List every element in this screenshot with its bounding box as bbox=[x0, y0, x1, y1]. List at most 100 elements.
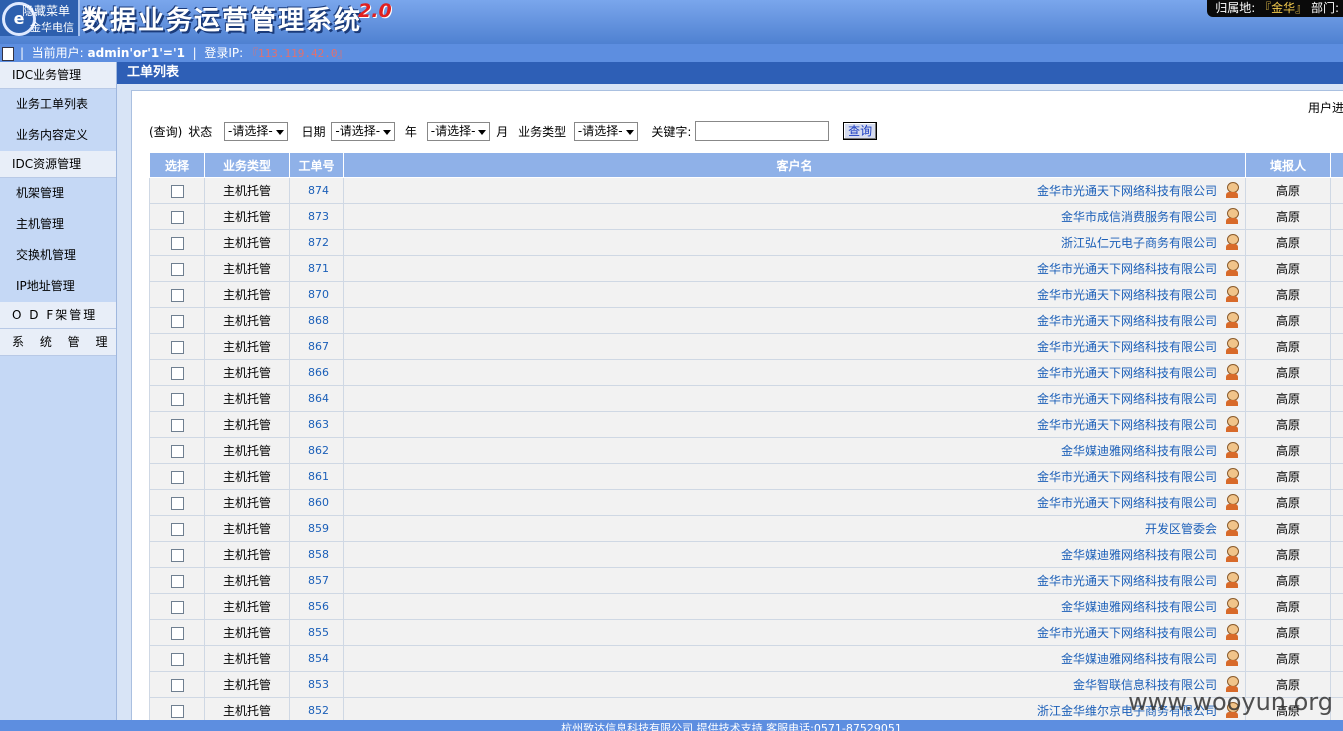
customer-name-link[interactable]: 金华市光通天下网络科技有限公司 bbox=[1037, 496, 1217, 510]
user-avatar-icon[interactable] bbox=[1225, 442, 1239, 458]
customer-name-link[interactable]: 金华媒迪雅网络科技有限公司 bbox=[1061, 652, 1217, 666]
nav-group-idc-resource[interactable]: IDC资源管理 bbox=[0, 151, 116, 178]
nav-group-odf[interactable]: O D F架管理 bbox=[0, 302, 116, 329]
row-checkbox[interactable] bbox=[170, 418, 184, 432]
user-avatar-icon[interactable] bbox=[1225, 416, 1239, 432]
row-checkbox[interactable] bbox=[170, 314, 184, 328]
user-avatar-icon[interactable] bbox=[1225, 364, 1239, 380]
row-checkbox[interactable] bbox=[170, 600, 184, 614]
customer-name-link[interactable]: 金华市光通天下网络科技有限公司 bbox=[1037, 184, 1217, 198]
user-avatar-icon[interactable] bbox=[1225, 650, 1239, 666]
customer-name-link[interactable]: 金华市光通天下网络科技有限公司 bbox=[1037, 366, 1217, 380]
order-no-link[interactable]: 852 bbox=[289, 697, 344, 721]
status-select[interactable]: -请选择- bbox=[224, 121, 288, 141]
order-no-link[interactable]: 871 bbox=[289, 255, 344, 282]
nav-item-ip-address[interactable]: IP地址管理 bbox=[0, 271, 116, 302]
customer-name-link[interactable]: 金华市光通天下网络科技有限公司 bbox=[1037, 288, 1217, 302]
customer-name-link[interactable]: 金华媒迪雅网络科技有限公司 bbox=[1061, 600, 1217, 614]
customer-name-link[interactable]: 金华市光通天下网络科技有限公司 bbox=[1037, 392, 1217, 406]
user-avatar-icon[interactable] bbox=[1225, 468, 1239, 484]
order-no-link[interactable]: 867 bbox=[289, 333, 344, 360]
user-avatar-icon[interactable] bbox=[1225, 338, 1239, 354]
user-avatar-icon[interactable] bbox=[1225, 286, 1239, 302]
user-avatar-icon[interactable] bbox=[1225, 312, 1239, 328]
order-no-link[interactable]: 858 bbox=[289, 541, 344, 568]
row-checkbox[interactable] bbox=[170, 626, 184, 640]
customer-name-link[interactable]: 金华媒迪雅网络科技有限公司 bbox=[1061, 548, 1217, 562]
user-avatar-icon[interactable] bbox=[1225, 182, 1239, 198]
order-no-link[interactable]: 874 bbox=[289, 177, 344, 204]
row-checkbox[interactable] bbox=[170, 366, 184, 380]
customer-name-link[interactable]: 金华市光通天下网络科技有限公司 bbox=[1037, 340, 1217, 354]
user-avatar-icon[interactable] bbox=[1225, 598, 1239, 614]
nav-group-system[interactable]: 系 统 管 理 bbox=[0, 329, 116, 356]
keyword-input[interactable] bbox=[695, 121, 830, 141]
customer-name-link[interactable]: 浙江弘仁元电子商务有限公司 bbox=[1061, 236, 1217, 250]
month-select[interactable]: -请选择- bbox=[426, 121, 491, 141]
nav-item-work-order-list[interactable]: 业务工单列表 bbox=[0, 89, 116, 120]
order-no-link[interactable]: 873 bbox=[289, 203, 344, 230]
order-no-link[interactable]: 862 bbox=[289, 437, 344, 464]
row-checkbox[interactable] bbox=[170, 652, 184, 666]
row-checkbox[interactable] bbox=[170, 574, 184, 588]
nav-group-idc-business[interactable]: IDC业务管理 bbox=[0, 62, 116, 89]
row-checkbox[interactable] bbox=[170, 236, 184, 250]
query-button[interactable]: 查询 bbox=[843, 122, 878, 140]
year-select[interactable]: -请选择- bbox=[331, 121, 396, 141]
logo[interactable]: e 隐藏菜单 金华电信 bbox=[0, 0, 80, 36]
customer-name-link[interactable]: 金华市光通天下网络科技有限公司 bbox=[1037, 262, 1217, 276]
customer-name-link[interactable]: 金华市光通天下网络科技有限公司 bbox=[1037, 470, 1217, 484]
user-avatar-icon[interactable] bbox=[1225, 624, 1239, 640]
customer-name-link[interactable]: 开发区管委会 bbox=[1145, 522, 1217, 536]
user-avatar-icon[interactable] bbox=[1225, 494, 1239, 510]
row-checkbox[interactable] bbox=[170, 340, 184, 354]
row-checkbox[interactable] bbox=[170, 496, 184, 510]
row-checkbox[interactable] bbox=[170, 288, 184, 302]
order-no-link[interactable]: 853 bbox=[289, 671, 344, 698]
row-checkbox[interactable] bbox=[170, 522, 184, 536]
order-no-link[interactable]: 855 bbox=[289, 619, 344, 646]
nav-item-host[interactable]: 主机管理 bbox=[0, 209, 116, 240]
user-progress-link[interactable]: 用户进 bbox=[1308, 99, 1343, 116]
user-avatar-icon[interactable] bbox=[1225, 390, 1239, 406]
order-no-link[interactable]: 872 bbox=[289, 229, 344, 256]
row-checkbox[interactable] bbox=[170, 210, 184, 224]
nav-item-rack[interactable]: 机架管理 bbox=[0, 178, 116, 209]
row-checkbox[interactable] bbox=[170, 704, 184, 718]
row-checkbox[interactable] bbox=[170, 678, 184, 692]
row-checkbox[interactable] bbox=[170, 392, 184, 406]
user-avatar-icon[interactable] bbox=[1225, 208, 1239, 224]
customer-name-link[interactable]: 金华市光通天下网络科技有限公司 bbox=[1037, 314, 1217, 328]
nav-item-switch[interactable]: 交换机管理 bbox=[0, 240, 116, 271]
order-no-link[interactable]: 859 bbox=[289, 515, 344, 542]
order-no-link[interactable]: 857 bbox=[289, 567, 344, 594]
customer-name-link[interactable]: 金华市光通天下网络科技有限公司 bbox=[1037, 418, 1217, 432]
hide-menu-link[interactable]: 隐藏菜单 bbox=[22, 2, 70, 19]
customer-name-link[interactable]: 金华市光通天下网络科技有限公司 bbox=[1037, 626, 1217, 640]
customer-name-link[interactable]: 金华市光通天下网络科技有限公司 bbox=[1037, 574, 1217, 588]
user-avatar-icon[interactable] bbox=[1225, 546, 1239, 562]
row-checkbox[interactable] bbox=[170, 548, 184, 562]
row-checkbox[interactable] bbox=[170, 184, 184, 198]
order-no-link[interactable]: 856 bbox=[289, 593, 344, 620]
user-avatar-icon[interactable] bbox=[1225, 572, 1239, 588]
order-no-link[interactable]: 861 bbox=[289, 463, 344, 490]
user-avatar-icon[interactable] bbox=[1225, 234, 1239, 250]
order-no-link[interactable]: 863 bbox=[289, 411, 344, 438]
user-avatar-icon[interactable] bbox=[1225, 520, 1239, 536]
order-no-link[interactable]: 864 bbox=[289, 385, 344, 412]
order-no-link[interactable]: 854 bbox=[289, 645, 344, 672]
customer-name-link[interactable]: 金华市成信消费服务有限公司 bbox=[1061, 210, 1217, 224]
row-checkbox[interactable] bbox=[170, 262, 184, 276]
customer-name-link[interactable]: 金华媒迪雅网络科技有限公司 bbox=[1061, 444, 1217, 458]
order-no-link[interactable]: 870 bbox=[289, 281, 344, 308]
order-no-link[interactable]: 860 bbox=[289, 489, 344, 516]
row-checkbox[interactable] bbox=[170, 470, 184, 484]
nav-item-business-content[interactable]: 业务内容定义 bbox=[0, 120, 116, 151]
user-avatar-icon[interactable] bbox=[1225, 260, 1239, 276]
row-checkbox[interactable] bbox=[170, 444, 184, 458]
business-type-cell: 主机托管 bbox=[204, 177, 290, 204]
order-no-link[interactable]: 866 bbox=[289, 359, 344, 386]
biztype-select[interactable]: -请选择- bbox=[573, 121, 638, 141]
order-no-link[interactable]: 868 bbox=[289, 307, 344, 334]
